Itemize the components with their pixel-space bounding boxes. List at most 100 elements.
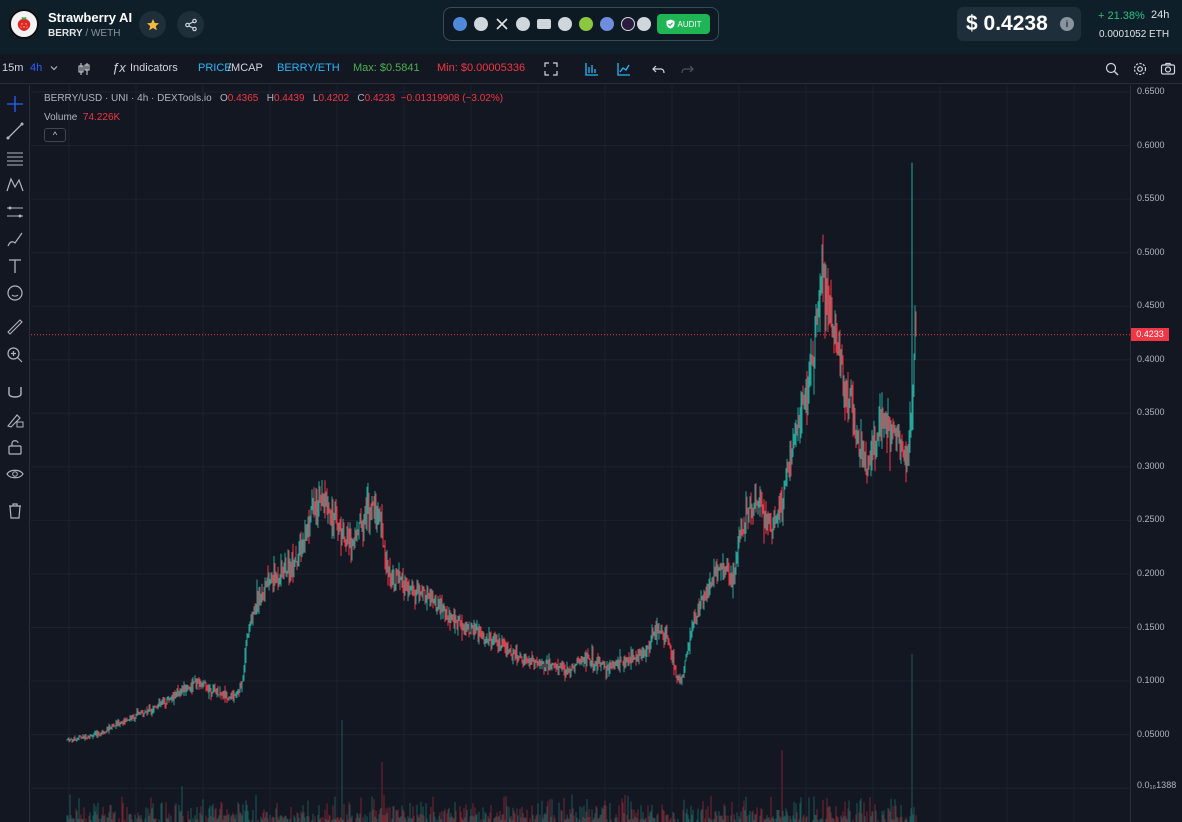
bar-chart-icon[interactable]	[584, 61, 600, 77]
emoji-icon[interactable]	[5, 283, 25, 303]
favorite-button[interactable]	[139, 11, 166, 38]
eth-price: 0.0001052 ETH	[1099, 29, 1170, 40]
coingecko-icon[interactable]	[579, 17, 593, 31]
price-axis-label: 0.4000	[1137, 353, 1165, 364]
fullscreen-icon[interactable]	[543, 61, 559, 77]
legend-change: −0.01319908 (−3.02%)	[400, 93, 504, 104]
undo-icon[interactable]	[651, 61, 667, 77]
prediction-icon[interactable]	[5, 202, 25, 222]
text-icon[interactable]	[5, 256, 25, 276]
drawing-tools	[0, 85, 30, 822]
legend-o-label: O	[219, 93, 228, 104]
price-axis-label: 0.0₁₆1388	[1137, 780, 1177, 790]
header: Strawberry AI BERRY / WETH AUDIT $ 0.423…	[0, 0, 1182, 54]
social-links: AUDIT	[443, 7, 719, 41]
magnet-icon[interactable]	[5, 383, 25, 403]
price-toggle[interactable]: PRICE	[198, 62, 232, 74]
legend-h-label: H	[266, 93, 274, 104]
pair-base: BERRY	[48, 28, 83, 39]
brush-icon[interactable]	[5, 229, 25, 249]
share-button[interactable]	[177, 11, 204, 38]
price-axis-label: 0.2000	[1137, 567, 1165, 578]
crosshair-icon[interactable]	[5, 94, 25, 114]
current-price-tag: 0.4233	[1131, 328, 1169, 341]
collapse-legend-button[interactable]: ^	[44, 128, 66, 142]
trend-line-icon[interactable]	[5, 121, 25, 141]
trash-icon[interactable]	[5, 501, 25, 521]
mcap-toggle[interactable]: /MCAP	[228, 62, 263, 74]
token-pair: BERRY / WETH	[48, 28, 120, 39]
max-price: Max: $0.5841	[353, 62, 420, 74]
redo-icon[interactable]	[679, 61, 695, 77]
audit-button[interactable]: AUDIT	[657, 14, 710, 34]
price-axis-label: 0.6000	[1137, 139, 1165, 150]
volume-bars	[66, 654, 917, 822]
ruler-icon[interactable]	[5, 317, 25, 337]
price-value: $ 0.4238	[966, 12, 1048, 35]
volume-legend: Volume 74.226K	[44, 112, 120, 123]
interval-4h[interactable]: 4h	[30, 62, 42, 74]
legend-c-label: C	[357, 93, 365, 104]
strawberry-icon	[17, 17, 31, 31]
token-name: Strawberry AI	[48, 10, 133, 25]
chart-legend: BERRY/USD · UNI · 4h · DEXTools.io O0.43…	[44, 93, 503, 104]
shield-check-icon	[666, 19, 674, 29]
price-axis-label: 0.2500	[1137, 514, 1165, 525]
price-axis-label: 0.1000	[1137, 675, 1165, 686]
price-axis[interactable]: 0.6500 0.6000 0.5500 0.5000 0.4500 0.4000 0.35…	[1130, 85, 1182, 822]
gear-icon[interactable]	[1132, 61, 1148, 77]
legend-low: 0.4202	[318, 93, 350, 104]
more-icon[interactable]	[637, 17, 651, 31]
fx-icon[interactable]: ƒx	[112, 60, 126, 75]
candles	[66, 162, 917, 743]
unlock-icon[interactable]	[5, 437, 25, 457]
pair-toggle[interactable]: BERRY/ETH	[277, 62, 340, 74]
chevron-down-icon[interactable]	[49, 63, 59, 73]
price-axis-label: 0.3500	[1137, 407, 1165, 418]
token-logo	[9, 9, 39, 39]
reddit-icon[interactable]	[558, 17, 572, 31]
indicators-button[interactable]: Indicators	[130, 62, 178, 74]
audit-label: AUDIT	[677, 19, 702, 29]
x-icon[interactable]	[495, 17, 509, 31]
pattern-icon[interactable]	[5, 175, 25, 195]
email-icon[interactable]	[537, 19, 551, 29]
interval-15m[interactable]: 15m	[2, 62, 23, 74]
dextools-icon[interactable]	[453, 17, 467, 31]
info-icon[interactable]: i	[1060, 17, 1074, 31]
min-price: Min: $0.00005336	[437, 62, 526, 74]
price-axis-label: 0.1500	[1137, 621, 1165, 632]
camera-icon[interactable]	[1160, 61, 1176, 77]
telegram-icon[interactable]	[516, 17, 530, 31]
change-period: 24h	[1151, 9, 1170, 21]
star-icon	[146, 18, 159, 30]
candlestick-chart[interactable]	[31, 85, 1130, 822]
zoom-in-icon[interactable]	[5, 345, 25, 365]
candles-icon[interactable]	[76, 61, 92, 77]
share-icon	[184, 18, 197, 31]
chart-grid	[31, 85, 1130, 822]
pair-quote: / WETH	[85, 28, 121, 39]
price-axis-label: 0.5500	[1137, 193, 1165, 204]
lock-drawing-icon[interactable]	[5, 410, 25, 430]
volume-value: 74.226K	[82, 112, 121, 123]
legend-symbol: BERRY/USD · UNI · 4h · DEXTools.io	[44, 93, 212, 104]
price-change-percent: + 21.38%	[1098, 10, 1145, 22]
legend-close: 0.4233	[364, 93, 396, 104]
price-box: $ 0.4238 i	[957, 7, 1081, 41]
line-chart-icon[interactable]	[616, 61, 632, 77]
coinmarketcap-icon[interactable]	[600, 17, 614, 31]
price-axis-label: 0.3000	[1137, 460, 1165, 471]
legend-open: 0.4365	[227, 93, 259, 104]
website-icon[interactable]	[474, 17, 488, 31]
eye-icon[interactable]	[5, 464, 25, 484]
price-axis-label: 0.6500	[1137, 86, 1165, 96]
price-axis-label: 0.05000	[1137, 728, 1170, 739]
price-axis-label: 0.4500	[1137, 300, 1165, 311]
legend-high: 0.4439	[273, 93, 305, 104]
volume-label: Volume	[44, 112, 78, 123]
chart-toolbar: 15m 4h ƒx Indicators PRICE /MCAP BERRY/E…	[0, 54, 1182, 84]
zoom-search-icon[interactable]	[1104, 61, 1120, 77]
fib-lines-icon[interactable]	[5, 148, 25, 168]
other-icon[interactable]	[621, 17, 635, 31]
